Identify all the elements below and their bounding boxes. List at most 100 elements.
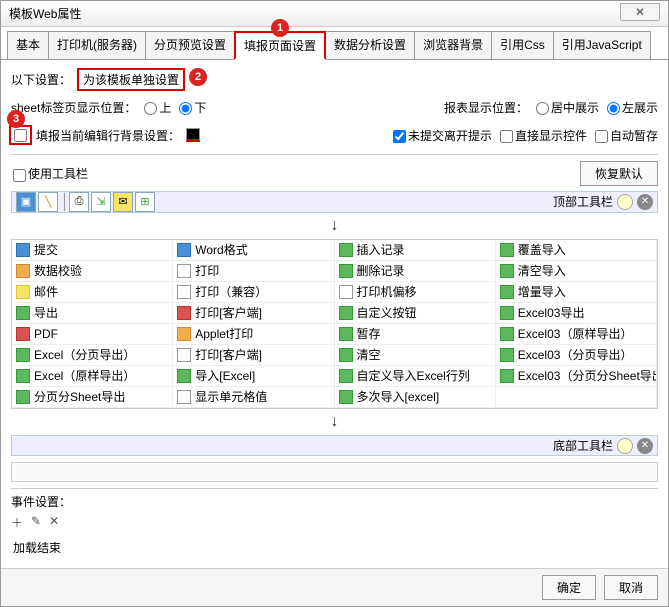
ok-button[interactable]: 确定 [542, 575, 596, 600]
grid-item[interactable]: 删除记录 [335, 261, 496, 282]
item-label: 清空 [357, 346, 381, 363]
item-icon [16, 285, 30, 299]
grid-item[interactable]: 导入[Excel] [173, 366, 334, 387]
grid-item[interactable]: 暂存 [335, 324, 496, 345]
item-icon [16, 243, 30, 257]
grid-item[interactable]: 覆盖导入 [496, 240, 657, 261]
event-delete-button[interactable]: ✕ [49, 514, 59, 531]
grid-item[interactable]: 插入记录 [335, 240, 496, 261]
tab-browser-bg[interactable]: 浏览器背景 [414, 31, 492, 59]
item-label: Excel（原样导出） [34, 367, 135, 384]
grid-item[interactable]: Excel03导出 [496, 303, 657, 324]
grid-item[interactable]: Excel03（原样导出） [496, 324, 657, 345]
sheet-label: sheet标签页显示位置： [11, 99, 136, 116]
dialog-body: 以下设置： 为该模板单独设置 2 sheet标签页显示位置： 上 下 报表显示位… [1, 60, 668, 568]
top-toolbar-label: 顶部工具栏 [553, 193, 613, 210]
event-add-button[interactable]: ＋ [11, 514, 23, 531]
sheet-position-row: sheet标签页显示位置： 上 下 报表显示位置： 居中展示 左展示 [11, 96, 658, 118]
tab-fill-page[interactable]: 1 填报页面设置 [234, 31, 326, 60]
grid-item[interactable]: 分页分Sheet导出 [12, 387, 173, 408]
grid-item[interactable]: 打印机偏移 [335, 282, 496, 303]
radio-down[interactable]: 下 [177, 99, 206, 116]
toolbar-close-icon[interactable]: ✕ [637, 194, 653, 210]
color-picker-icon[interactable] [186, 128, 200, 142]
restore-default-button[interactable]: 恢复默认 [580, 161, 658, 186]
grid-item[interactable]: 清空导入 [496, 261, 657, 282]
grid-item[interactable]: 清空 [335, 345, 496, 366]
radio-center[interactable]: 居中展示 [534, 99, 599, 116]
tab-css[interactable]: 引用Css [491, 31, 554, 59]
grid-item[interactable]: 打印[客户端] [173, 303, 334, 324]
settings-mode-select[interactable]: 为该模板单独设置 2 [77, 68, 185, 91]
gear-icon[interactable] [617, 194, 633, 210]
tb-print-icon[interactable]: ⎙ [69, 192, 89, 212]
radio-up[interactable]: 上 [142, 99, 171, 116]
grid-item[interactable]: Excel03（分页导出） [496, 345, 657, 366]
titlebar: 模板Web属性 ✕ [1, 1, 668, 27]
gear-icon-2[interactable] [617, 438, 633, 454]
toolbar-close-icon-2[interactable]: ✕ [637, 438, 653, 454]
grid-item[interactable]: 提交 [12, 240, 173, 261]
settings-prefix: 以下设置： [11, 71, 71, 88]
cb-direct[interactable]: 直接显示控件 [498, 127, 587, 144]
item-label: Word格式 [195, 241, 247, 258]
close-button[interactable]: ✕ [620, 3, 660, 21]
bg-checkbox[interactable] [14, 129, 27, 142]
tab-printer[interactable]: 打印机(服务器) [48, 31, 146, 59]
top-toolbar-preview: ▣ ╲ ⎙ ⇲ ✉ ⊞ 顶部工具栏 ✕ [11, 191, 658, 213]
item-label: 分页分Sheet导出 [34, 388, 125, 405]
event-loadend[interactable]: 加载结束 [11, 535, 658, 560]
item-icon [500, 243, 514, 257]
close-icon: ✕ [635, 5, 645, 19]
grid-item[interactable]: 数据校验 [12, 261, 173, 282]
grid-item[interactable]: 打印 [173, 261, 334, 282]
item-icon [177, 243, 191, 257]
grid-item[interactable]: 自定义按钮 [335, 303, 496, 324]
tab-js[interactable]: 引用JavaScript [553, 31, 651, 59]
events-section: 事件设置： ＋ ✎ ✕ 加载结束 [11, 488, 658, 560]
tb-edit-icon[interactable]: ╲ [38, 192, 58, 212]
tb-excel-icon[interactable]: ⊞ [135, 192, 155, 212]
grid-item[interactable]: Applet打印 [173, 324, 334, 345]
grid-item[interactable]: PDF [12, 324, 173, 345]
grid-item[interactable]: 增量导入 [496, 282, 657, 303]
grid-item[interactable]: 导出 [12, 303, 173, 324]
item-label: 打印机偏移 [357, 283, 417, 300]
tb-mail-icon[interactable]: ✉ [113, 192, 133, 212]
grid-item[interactable]: 自定义导入Excel行列 [335, 366, 496, 387]
bg-label: 填报当前编辑行背景设置： [36, 127, 180, 144]
item-icon [177, 306, 191, 320]
grid-item[interactable]: 多次导入[excel] [335, 387, 496, 408]
item-label: 插入记录 [357, 241, 405, 258]
grid-item[interactable]: 打印（兼容） [173, 282, 334, 303]
cb-use-toolbar[interactable]: 使用工具栏 [11, 165, 88, 182]
grid-item[interactable] [496, 387, 657, 408]
bottom-scroll-area[interactable] [11, 462, 658, 482]
grid-item[interactable]: Excel03（分页分Sheet导出） [496, 366, 657, 387]
grid-item[interactable]: Word格式 [173, 240, 334, 261]
cb-unsaved[interactable]: 未提交离开提示 [391, 127, 492, 144]
grid-item[interactable]: Excel（分页导出） [12, 345, 173, 366]
tb-export-icon[interactable]: ⇲ [91, 192, 111, 212]
tab-data-analysis[interactable]: 数据分析设置 [325, 31, 415, 59]
item-label: 打印（兼容） [195, 283, 267, 300]
grid-item[interactable]: 打印[客户端] [173, 345, 334, 366]
item-icon [339, 348, 353, 362]
item-label: 自定义导入Excel行列 [357, 367, 470, 384]
marker-2: 2 [189, 68, 207, 86]
tab-basic[interactable]: 基本 [7, 31, 49, 59]
item-label: Excel03（分页分Sheet导出） [518, 367, 657, 384]
radio-left[interactable]: 左展示 [605, 99, 658, 116]
item-icon [16, 348, 30, 362]
grid-item[interactable]: Excel（原样导出） [12, 366, 173, 387]
item-icon [177, 327, 191, 341]
tab-page-preview[interactable]: 分页预览设置 [145, 31, 235, 59]
grid-item[interactable]: 邮件 [12, 282, 173, 303]
item-label: 显示单元格值 [195, 388, 267, 405]
event-edit-button[interactable]: ✎ [31, 514, 41, 531]
cancel-button[interactable]: 取消 [604, 575, 658, 600]
item-label: 导入[Excel] [195, 367, 255, 384]
tb-save-icon[interactable]: ▣ [16, 192, 36, 212]
cb-autosave[interactable]: 自动暂存 [593, 127, 658, 144]
grid-item[interactable]: 显示单元格值 [173, 387, 334, 408]
